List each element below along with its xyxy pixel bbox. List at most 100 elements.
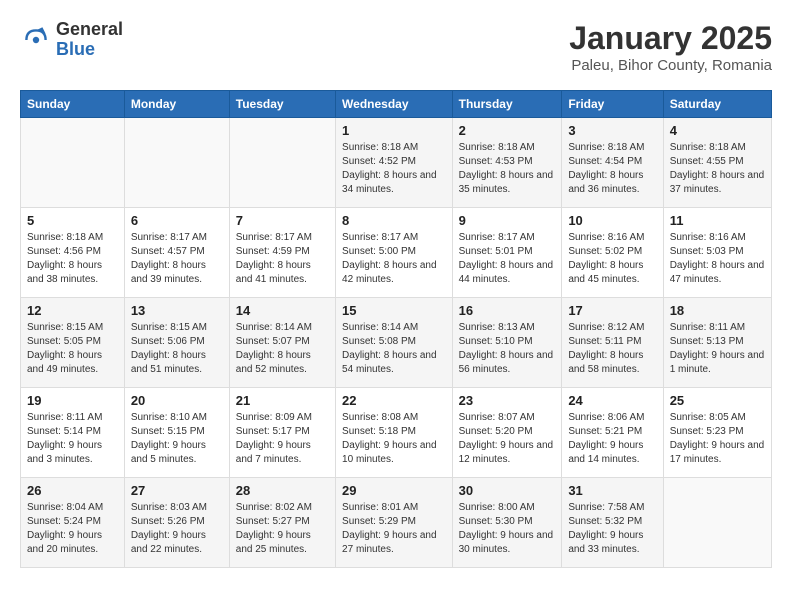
calendar-cell: 22Sunrise: 8:08 AMSunset: 5:18 PMDayligh…: [336, 388, 453, 478]
day-info: Sunrise: 8:01 AMSunset: 5:29 PMDaylight:…: [342, 501, 446, 557]
day-number: 4: [670, 123, 765, 138]
calendar-cell: [124, 118, 229, 208]
day-info: Sunrise: 8:10 AMSunset: 5:15 PMDaylight:…: [131, 411, 223, 467]
calendar-week-row: 26Sunrise: 8:04 AMSunset: 5:24 PMDayligh…: [21, 478, 772, 568]
calendar-cell: 31 Sunrise: 7:58 AMSunset: 5:32 PMDayligh…: [562, 478, 663, 568]
day-info: Sunrise: 8:18 AMSunset: 4:55 PMDaylight:…: [670, 141, 765, 197]
day-info: Sunrise: 8:18 AMSunset: 4:56 PMDaylight:…: [27, 231, 118, 287]
header-row: SundayMondayTuesdayWednesdayThursdayFrid…: [21, 91, 772, 118]
logo-blue: Blue: [56, 40, 123, 60]
day-info: Sunrise: 7:58 AMSunset: 5:32 PMDaylight:…: [568, 501, 656, 557]
day-number: 26: [27, 483, 118, 498]
calendar-cell: 21 Sunrise: 8:09 AMSunset: 5:17 PMDayligh…: [229, 388, 335, 478]
day-number: 10: [568, 213, 656, 228]
day-info: Sunrise: 8:14 AMSunset: 5:08 PMDaylight:…: [342, 321, 446, 377]
calendar-cell: 19 Sunrise: 8:11 AMSunset: 5:14 PMDayligh…: [21, 388, 125, 478]
day-number: 16: [459, 303, 556, 318]
day-number: 17: [568, 303, 656, 318]
day-number: 24: [568, 393, 656, 408]
calendar-cell: 3Sunrise: 8:18 AMSunset: 4:54 PMDaylight…: [562, 118, 663, 208]
day-info: Sunrise: 8:14 AMSunset: 5:07 PMDaylight:…: [236, 321, 329, 377]
calendar-cell: 2Sunrise: 8:18 AMSunset: 4:53 PMDaylight…: [452, 118, 562, 208]
calendar-cell: 8Sunrise: 8:17 AMSunset: 5:00 PMDaylight…: [336, 208, 453, 298]
day-info: Sunrise: 8:17 AMSunset: 4:57 PMDaylight:…: [131, 231, 223, 287]
calendar-week-row: 1Sunrise: 8:18 AMSunset: 4:52 PMDaylight…: [21, 118, 772, 208]
calendar-cell: 11Sunrise: 8:16 AMSunset: 5:03 PMDayligh…: [663, 208, 771, 298]
calendar-week-row: 12Sunrise: 8:15 AMSunset: 5:05 PMDayligh…: [21, 298, 772, 388]
day-number: 30: [459, 483, 556, 498]
weekday-header: Monday: [124, 91, 229, 118]
day-info: Sunrise: 8:07 AMSunset: 5:20 PMDaylight:…: [459, 411, 556, 467]
day-number: 3: [568, 123, 656, 138]
calendar-cell: 26Sunrise: 8:04 AMSunset: 5:24 PMDayligh…: [21, 478, 125, 568]
calendar-cell: 4 Sunrise: 8:18 AMSunset: 4:55 PMDaylight…: [663, 118, 771, 208]
day-info: Sunrise: 8:17 AMSunset: 4:59 PMDaylight:…: [236, 231, 329, 287]
calendar-cell: 30 Sunrise: 8:00 AMSunset: 5:30 PMDayligh…: [452, 478, 562, 568]
day-info: Sunrise: 8:15 AMSunset: 5:06 PMDaylight:…: [131, 321, 223, 377]
day-number: 19: [27, 393, 118, 408]
weekday-header: Tuesday: [229, 91, 335, 118]
calendar-cell: 13 Sunrise: 8:15 AMSunset: 5:06 PMDayligh…: [124, 298, 229, 388]
day-info: Sunrise: 8:11 AMSunset: 5:13 PMDaylight:…: [670, 321, 765, 377]
calendar-cell: [663, 478, 771, 568]
calendar-cell: [229, 118, 335, 208]
day-number: 2: [459, 123, 556, 138]
day-number: 15: [342, 303, 446, 318]
calendar-cell: 5 Sunrise: 8:18 AMSunset: 4:56 PMDaylight…: [21, 208, 125, 298]
day-number: 21: [236, 393, 329, 408]
calendar-header: SundayMondayTuesdayWednesdayThursdayFrid…: [21, 91, 772, 118]
calendar-cell: 14 Sunrise: 8:14 AMSunset: 5:07 PMDayligh…: [229, 298, 335, 388]
calendar-table: SundayMondayTuesdayWednesdayThursdayFrid…: [20, 90, 772, 568]
logo-text: General Blue: [56, 20, 123, 60]
day-info: Sunrise: 8:02 AMSunset: 5:27 PMDaylight:…: [236, 501, 329, 557]
calendar-cell: [21, 118, 125, 208]
day-number: 28: [236, 483, 329, 498]
weekday-header: Sunday: [21, 91, 125, 118]
calendar-cell: 12Sunrise: 8:15 AMSunset: 5:05 PMDayligh…: [21, 298, 125, 388]
calendar-cell: 29 Sunrise: 8:01 AMSunset: 5:29 PMDayligh…: [336, 478, 453, 568]
page-subtitle: Paleu, Bihor County, Romania: [569, 57, 772, 74]
weekday-header: Wednesday: [336, 91, 453, 118]
calendar-cell: 27Sunrise: 8:03 AMSunset: 5:26 PMDayligh…: [124, 478, 229, 568]
day-number: 7: [236, 213, 329, 228]
logo: General Blue: [20, 20, 123, 60]
day-number: 1: [342, 123, 446, 138]
day-number: 31: [568, 483, 656, 498]
day-info: Sunrise: 8:08 AMSunset: 5:18 PMDaylight:…: [342, 411, 446, 467]
day-info: Sunrise: 8:05 AMSunset: 5:23 PMDaylight:…: [670, 411, 765, 467]
day-info: Sunrise: 8:11 AMSunset: 5:14 PMDaylight:…: [27, 411, 118, 467]
calendar-week-row: 5 Sunrise: 8:18 AMSunset: 4:56 PMDaylight…: [21, 208, 772, 298]
day-info: Sunrise: 8:09 AMSunset: 5:17 PMDaylight:…: [236, 411, 329, 467]
day-info: Sunrise: 8:16 AMSunset: 5:03 PMDaylight:…: [670, 231, 765, 287]
day-info: Sunrise: 8:00 AMSunset: 5:30 PMDaylight:…: [459, 501, 556, 557]
day-info: Sunrise: 8:16 AMSunset: 5:02 PMDaylight:…: [568, 231, 656, 287]
calendar-cell: 15 Sunrise: 8:14 AMSunset: 5:08 PMDayligh…: [336, 298, 453, 388]
calendar-cell: 23 Sunrise: 8:07 AMSunset: 5:20 PMDayligh…: [452, 388, 562, 478]
calendar-cell: 17 Sunrise: 8:12 AMSunset: 5:11 PMDayligh…: [562, 298, 663, 388]
day-info: Sunrise: 8:12 AMSunset: 5:11 PMDaylight:…: [568, 321, 656, 377]
day-number: 9: [459, 213, 556, 228]
day-number: 23: [459, 393, 556, 408]
day-number: 13: [131, 303, 223, 318]
calendar-week-row: 19 Sunrise: 8:11 AMSunset: 5:14 PMDayligh…: [21, 388, 772, 478]
day-info: Sunrise: 8:17 AMSunset: 5:01 PMDaylight:…: [459, 231, 556, 287]
day-number: 14: [236, 303, 329, 318]
day-number: 20: [131, 393, 223, 408]
calendar-cell: 24 Sunrise: 8:06 AMSunset: 5:21 PMDayligh…: [562, 388, 663, 478]
day-number: 5: [27, 213, 118, 228]
weekday-header: Saturday: [663, 91, 771, 118]
day-number: 12: [27, 303, 118, 318]
day-info: Sunrise: 8:06 AMSunset: 5:21 PMDaylight:…: [568, 411, 656, 467]
calendar-body: 1Sunrise: 8:18 AMSunset: 4:52 PMDaylight…: [21, 118, 772, 568]
day-number: 6: [131, 213, 223, 228]
calendar-cell: 18Sunrise: 8:11 AMSunset: 5:13 PMDayligh…: [663, 298, 771, 388]
day-number: 29: [342, 483, 446, 498]
page-title: January 2025: [569, 20, 772, 57]
calendar-cell: 10 Sunrise: 8:16 AMSunset: 5:02 PMDayligh…: [562, 208, 663, 298]
day-number: 25: [670, 393, 765, 408]
weekday-header: Thursday: [452, 91, 562, 118]
calendar-cell: 28 Sunrise: 8:02 AMSunset: 5:27 PMDayligh…: [229, 478, 335, 568]
day-info: Sunrise: 8:03 AMSunset: 5:26 PMDaylight:…: [131, 501, 223, 557]
logo-icon: [20, 24, 52, 56]
calendar-cell: 9 Sunrise: 8:17 AMSunset: 5:01 PMDaylight…: [452, 208, 562, 298]
